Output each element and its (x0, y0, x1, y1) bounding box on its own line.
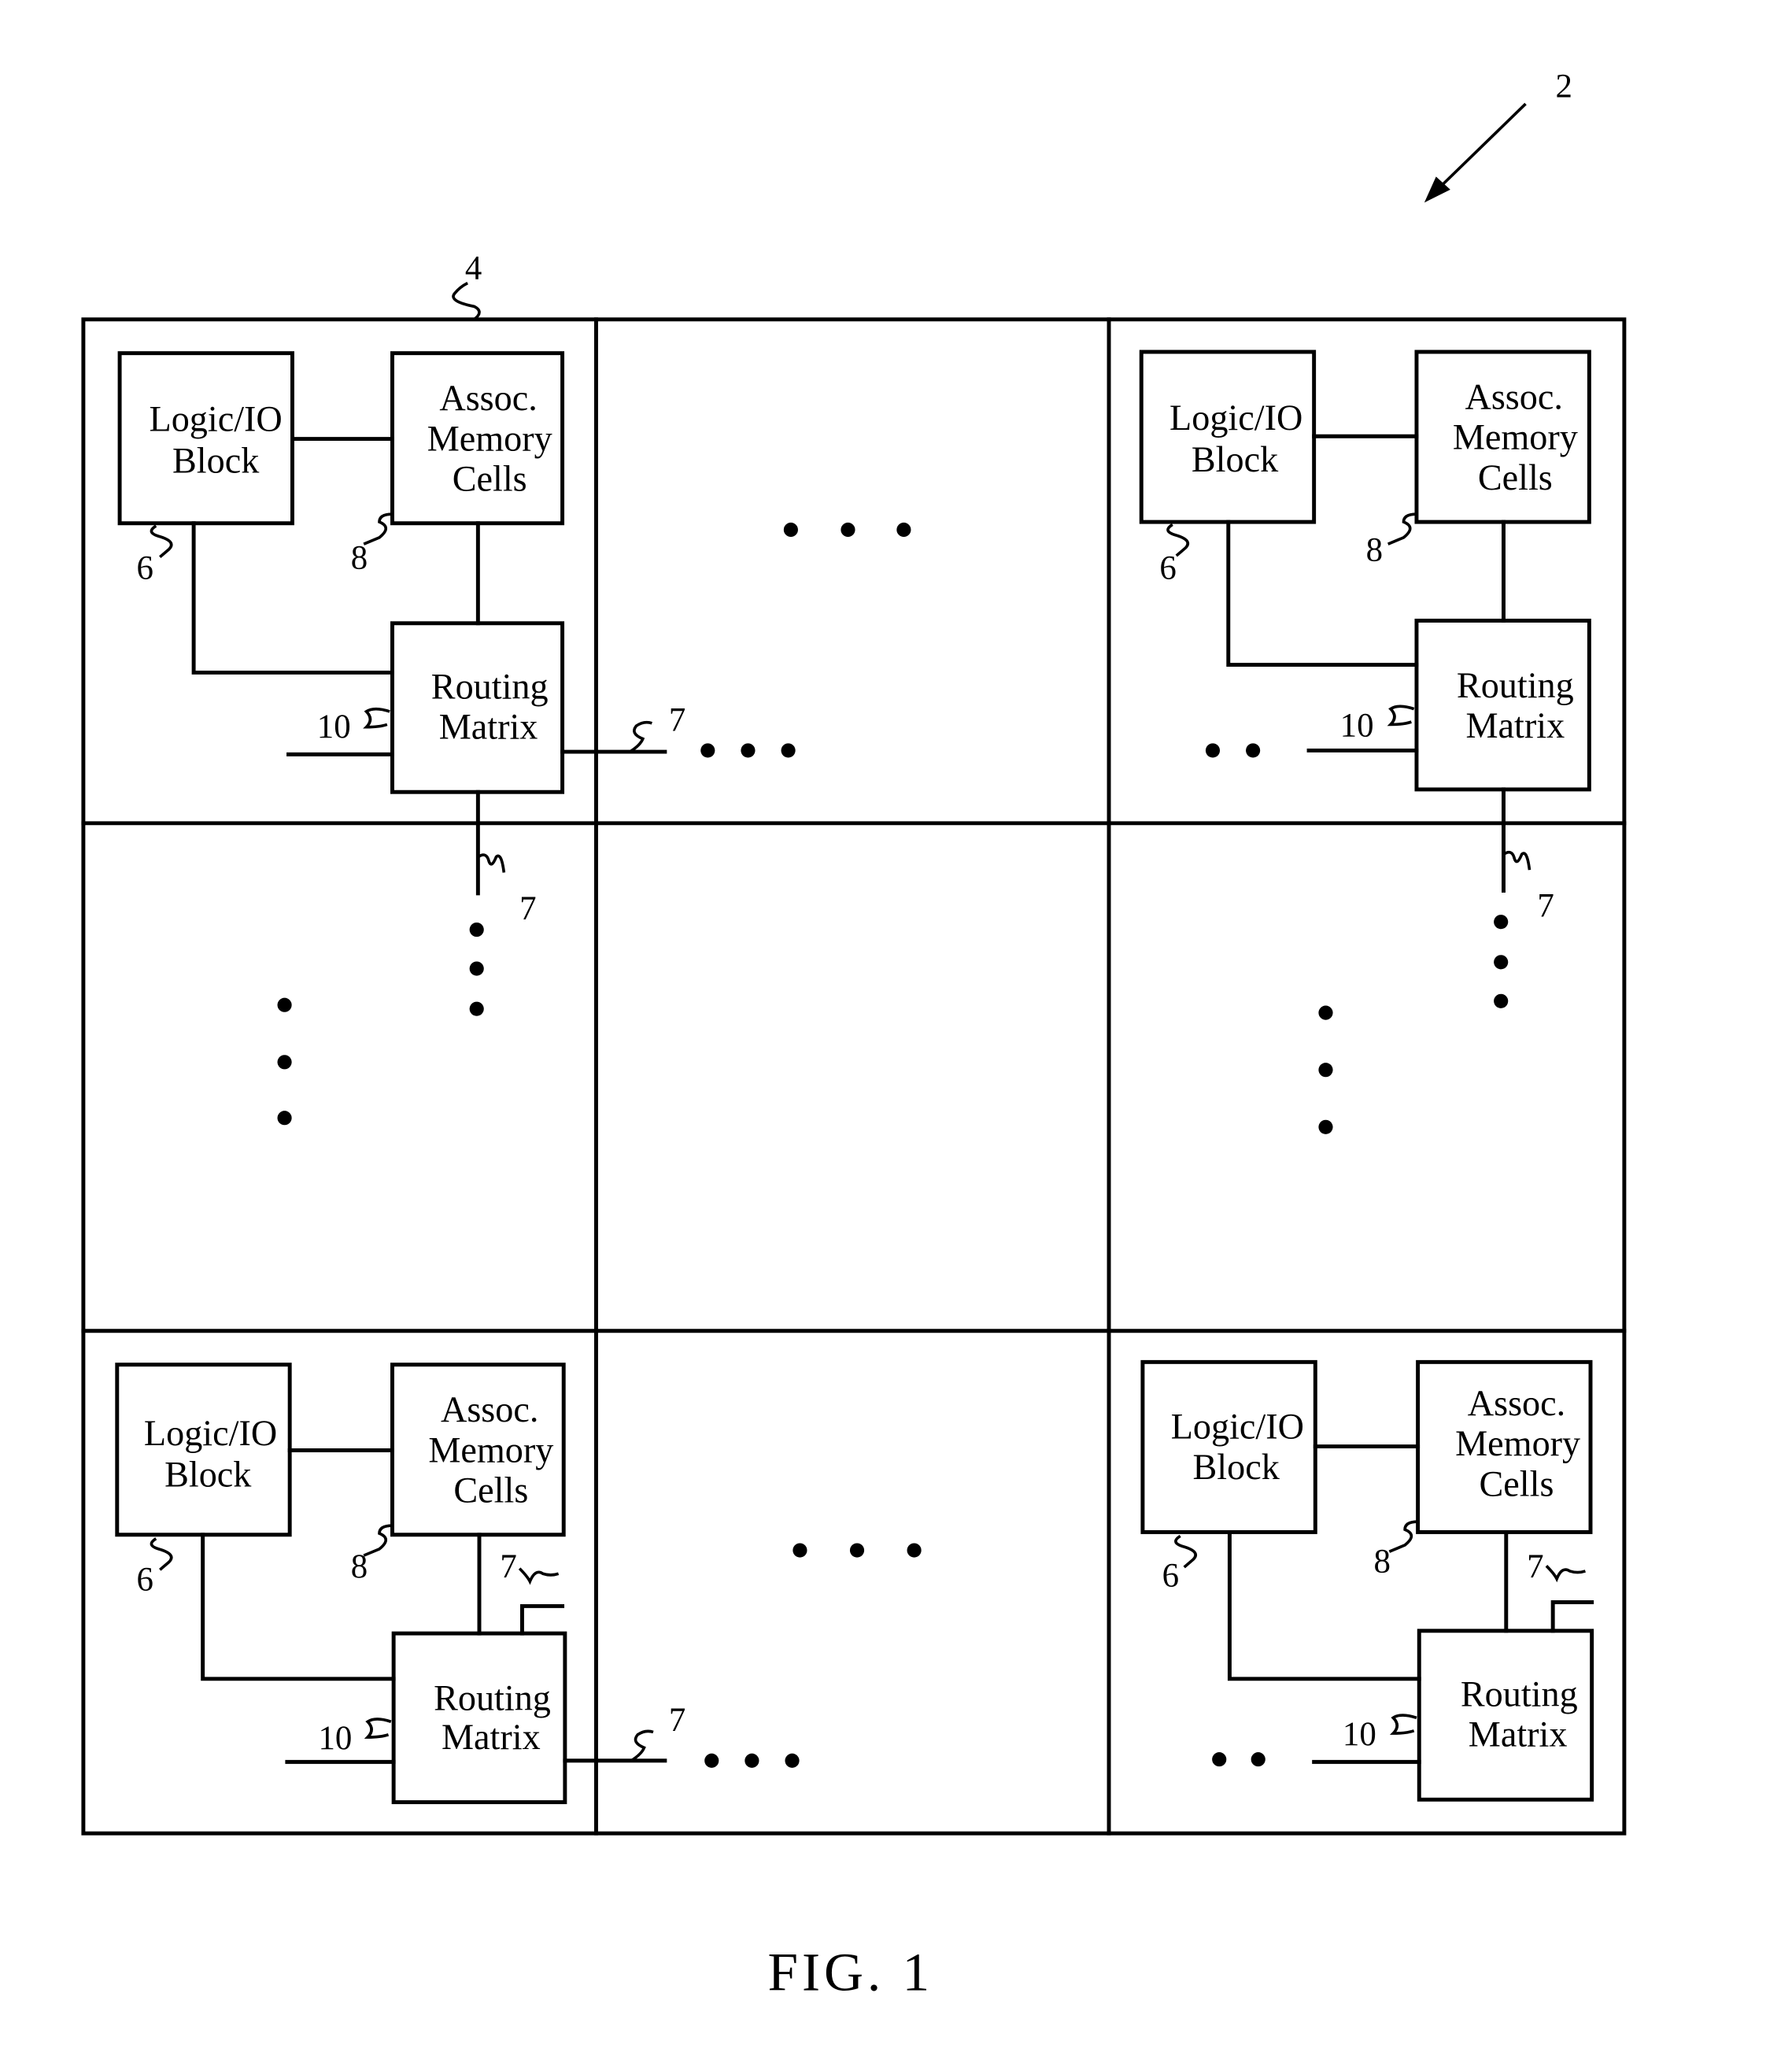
mem-label-3: Cells (453, 1470, 528, 1510)
device-ref-label: 2 (1555, 68, 1572, 105)
tile-bottom-left: Logic/IO Block Assoc. Memory Cells Routi… (115, 1363, 685, 1805)
ref-8: 8 (351, 539, 368, 576)
ref-7: 7 (1537, 888, 1554, 925)
device-ref-arrow (1424, 102, 1527, 203)
ref-7: 7 (669, 1702, 685, 1739)
tile-ref-label: 4 (465, 250, 482, 287)
ref-8: 8 (1366, 532, 1383, 569)
tile-top-right: Logic/IO Block Assoc. Memory Cells Routi… (1139, 349, 1591, 925)
logic-label-2: Block (164, 1455, 252, 1495)
tile-top-left: Logic/IO Block Assoc. Memory Cells Routi… (117, 351, 685, 927)
ref-6: 6 (137, 550, 153, 587)
mem-label-2: Memory (427, 418, 552, 458)
fig1-diagram: 2 4 Logic/IO Block Assoc. Memory Cells R… (81, 68, 1627, 2002)
route-label-1: Routing (434, 1677, 551, 1718)
ref-7: 7 (519, 890, 536, 927)
mem-label-3: Cells (1478, 457, 1553, 497)
mem-label-2: Memory (428, 1429, 553, 1470)
ref-7: 7 (1527, 1548, 1543, 1585)
mem-label-1: Assoc. (1468, 1383, 1565, 1423)
ref-10: 10 (318, 1720, 352, 1757)
route-label-2: Matrix (442, 1717, 541, 1757)
mem-label-3: Cells (1480, 1463, 1554, 1503)
logic-label-1: Logic/IO (1171, 1407, 1304, 1447)
ref-6: 6 (1162, 1558, 1179, 1595)
mem-label-1: Assoc. (441, 1389, 538, 1429)
route-label-2: Matrix (439, 707, 538, 747)
mem-label-1: Assoc. (1465, 377, 1562, 417)
mem-label-3: Cells (453, 459, 527, 499)
logic-label-2: Block (1193, 1447, 1280, 1487)
tile-bottom-right: Logic/IO Block Assoc. Memory Cells Routi… (1140, 1359, 1594, 1802)
route-label-1: Routing (1457, 665, 1574, 705)
mem-label-1: Assoc. (439, 378, 537, 418)
ref-7: 7 (500, 1548, 516, 1585)
figure-caption: FIG. 1 (767, 1942, 933, 2002)
ref-10: 10 (1340, 707, 1374, 744)
route-label-2: Matrix (1469, 1714, 1568, 1755)
route-label-1: Routing (431, 666, 549, 706)
route-label-2: Matrix (1465, 705, 1565, 745)
logic-label-1: Logic/IO (144, 1413, 277, 1453)
ref-10: 10 (317, 708, 351, 745)
logic-label-1: Logic/IO (1169, 398, 1302, 438)
tile-grid (81, 317, 1627, 1836)
ref-6: 6 (1159, 550, 1176, 587)
ref-7: 7 (669, 702, 685, 739)
tile-ref-leader (452, 281, 481, 321)
ref-6: 6 (137, 1562, 153, 1599)
logic-label-2: Block (172, 440, 260, 480)
route-label-1: Routing (1461, 1673, 1578, 1714)
ref-10: 10 (1343, 1716, 1376, 1753)
logic-label-1: Logic/IO (150, 399, 283, 439)
logic-label-2: Block (1192, 439, 1279, 479)
mem-label-2: Memory (1455, 1423, 1580, 1463)
mem-label-2: Memory (1453, 417, 1578, 457)
ref-8: 8 (1374, 1544, 1391, 1581)
